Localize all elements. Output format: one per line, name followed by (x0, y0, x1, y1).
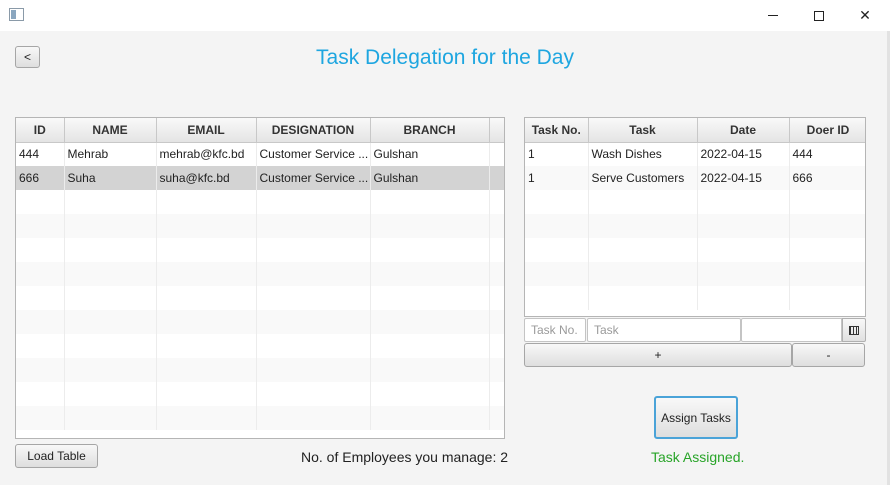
task-no-cell: 1 (525, 142, 589, 166)
task-cell: Serve Customers (588, 166, 698, 190)
empty-row (16, 262, 504, 286)
employee-designation-cell: Customer Service ... (256, 166, 371, 190)
doer-id-cell: 444 (789, 142, 865, 166)
main-content: < Task Delegation for the Day ID NAME EM… (0, 31, 890, 485)
date-picker-button[interactable] (842, 318, 866, 342)
empty-row (16, 310, 504, 334)
empty-row (16, 286, 504, 310)
back-button[interactable]: < (15, 46, 40, 68)
empty-row (525, 238, 865, 262)
empty-row (16, 406, 504, 430)
window-titlebar: ✕ (0, 0, 890, 31)
task-table-header: Task No. Task Date Doer ID (525, 118, 865, 143)
column-header-email[interactable]: EMAIL (156, 118, 257, 143)
column-header-date[interactable]: Date (697, 118, 790, 143)
status-message: Task Assigned. (651, 449, 745, 465)
column-header-designation[interactable]: DESIGNATION (256, 118, 371, 143)
empty-row (525, 214, 865, 238)
column-header-doer-id[interactable]: Doer ID (789, 118, 865, 143)
empty-row (16, 190, 504, 214)
task-date-cell: 2022-04-15 (697, 142, 790, 166)
employee-table-header: ID NAME EMAIL DESIGNATION BRANCH (16, 118, 504, 143)
empty-row (525, 262, 865, 286)
column-header-task[interactable]: Task (588, 118, 698, 143)
date-input[interactable] (741, 318, 842, 342)
employee-branch-cell: Gulshan (370, 166, 490, 190)
column-header-id[interactable]: ID (16, 118, 65, 143)
column-header-task-no[interactable]: Task No. (525, 118, 589, 143)
employee-name-cell: Suha (64, 166, 157, 190)
column-header-name[interactable]: NAME (64, 118, 157, 143)
task-no-input[interactable] (524, 318, 586, 342)
empty-row (16, 382, 504, 406)
task-input[interactable] (587, 318, 741, 342)
empty-row (16, 214, 504, 238)
assign-tasks-button[interactable]: Assign Tasks (654, 396, 738, 439)
employee-email-cell: mehrab@kfc.bd (156, 142, 257, 166)
table-row[interactable]: 1 Serve Customers 2022-04-15 666 (525, 166, 865, 190)
task-cell: Wash Dishes (588, 142, 698, 166)
maximize-button[interactable] (796, 0, 842, 31)
minimize-button[interactable] (750, 0, 796, 31)
employee-email-cell: suha@kfc.bd (156, 166, 257, 190)
employee-id-cell: 444 (16, 142, 65, 166)
close-icon: ✕ (859, 7, 871, 24)
empty-row (16, 334, 504, 358)
empty-row (525, 286, 865, 310)
load-table-button[interactable]: Load Table (15, 444, 98, 468)
add-task-button[interactable]: + (524, 343, 792, 367)
app-icon (9, 8, 24, 21)
remove-task-button[interactable]: - (792, 343, 865, 367)
employee-designation-cell: Customer Service ... (256, 142, 371, 166)
table-row[interactable]: 444 Mehrab mehrab@kfc.bd Customer Servic… (16, 142, 504, 166)
task-date-cell: 2022-04-15 (697, 166, 790, 190)
column-menu-corner (489, 118, 504, 143)
table-row[interactable]: 1 Wash Dishes 2022-04-15 444 (525, 142, 865, 166)
calendar-icon (849, 325, 859, 335)
task-no-cell: 1 (525, 166, 589, 190)
empty-row (16, 358, 504, 382)
employee-name-cell: Mehrab (64, 142, 157, 166)
close-button[interactable]: ✕ (842, 0, 888, 31)
employee-count-label: No. of Employees you manage: 2 (301, 449, 509, 465)
employee-branch-cell: Gulshan (370, 142, 490, 166)
doer-id-cell: 666 (789, 166, 865, 190)
task-table[interactable]: Task No. Task Date Doer ID 1 Wash Dishes… (524, 117, 866, 317)
empty-row (16, 238, 504, 262)
page-title: Task Delegation for the Day (316, 46, 574, 69)
empty-row (525, 190, 865, 214)
employee-id-cell: 666 (16, 166, 65, 190)
table-row-selected[interactable]: 666 Suha suha@kfc.bd Customer Service ..… (16, 166, 504, 190)
maximize-icon (814, 10, 824, 21)
column-header-branch[interactable]: BRANCH (370, 118, 490, 143)
employee-table[interactable]: ID NAME EMAIL DESIGNATION BRANCH 444 Meh… (15, 117, 505, 439)
minimize-icon (768, 15, 778, 16)
